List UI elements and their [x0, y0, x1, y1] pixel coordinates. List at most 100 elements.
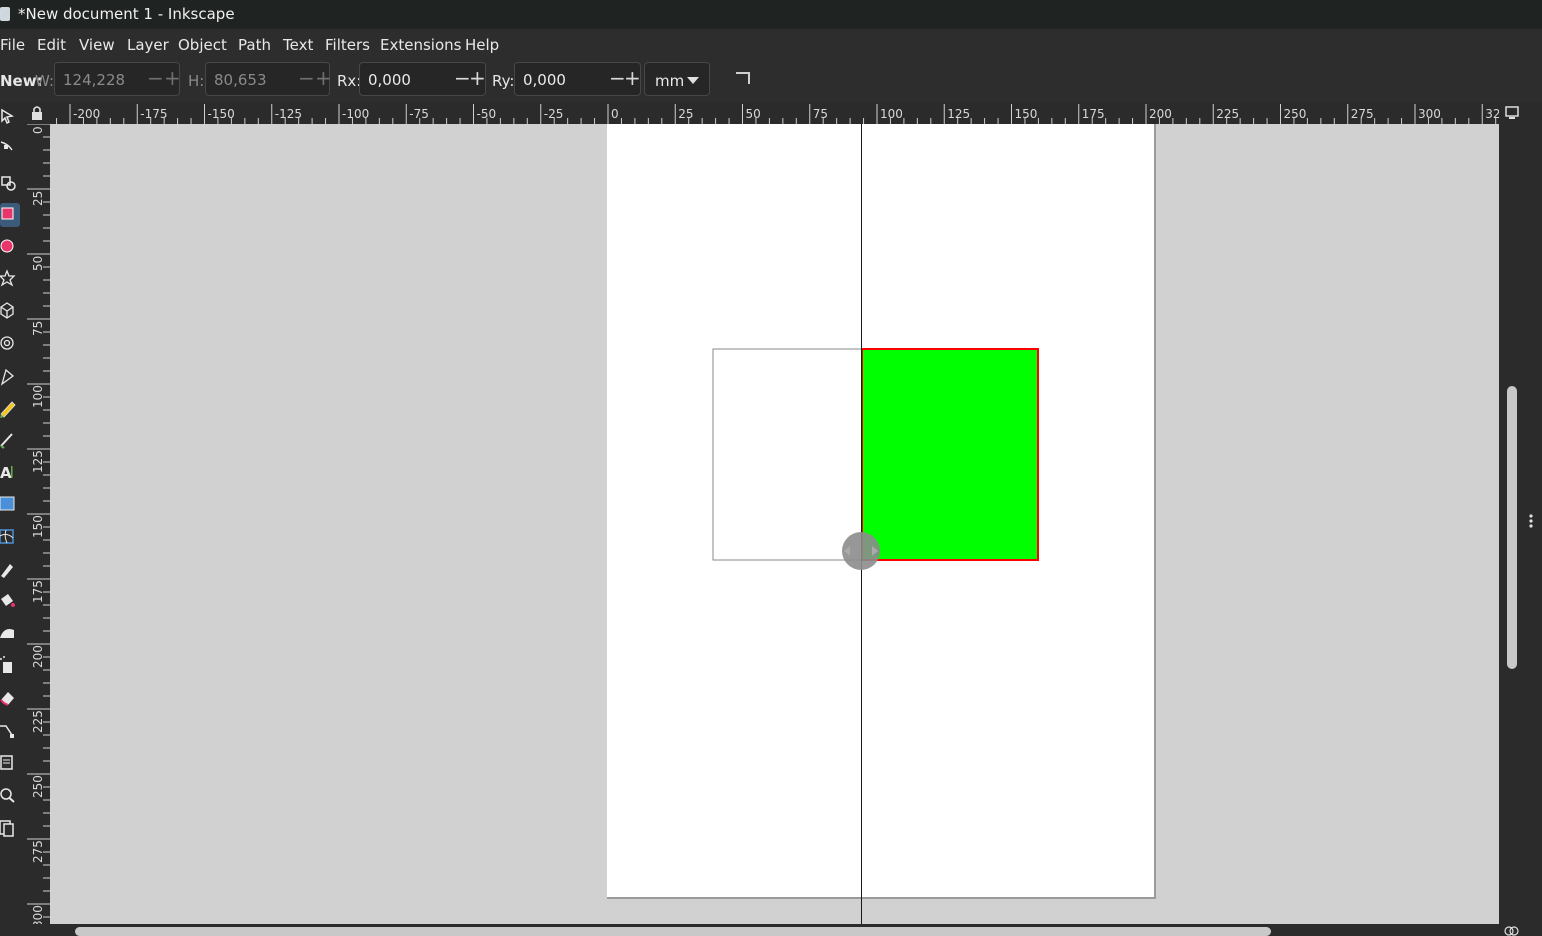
width-decrement-button[interactable]: − [147, 68, 164, 88]
node-tool-icon[interactable] [0, 141, 13, 151]
star-tool-icon[interactable] [0, 269, 16, 287]
vertical-ruler[interactable]: 0 25 50 75 100 125 150 175 200 225 250 275 300 [25, 124, 50, 924]
height-label: H: [188, 72, 205, 90]
ellipse-tool-icon[interactable] [0, 239, 14, 253]
tweak-tool-icon[interactable] [0, 629, 14, 638]
menu-text[interactable]: Text [283, 36, 313, 54]
rx-spinbox[interactable]: 0,000 − + [359, 62, 486, 96]
paint-bucket-tool-icon[interactable] [1, 594, 15, 607]
ruler-label: -175 [140, 107, 167, 121]
unit-value[interactable]: mm [655, 72, 684, 90]
inkscape-logo-icon [0, 7, 10, 21]
lock-guides-icon[interactable] [32, 106, 42, 120]
mesh-tool-icon[interactable] [0, 529, 14, 544]
width-increment-button[interactable]: + [164, 68, 181, 88]
rx-label: Rx: [337, 72, 362, 90]
ruler-label: 150 [31, 515, 45, 538]
eraser-tool-icon[interactable] [0, 692, 14, 706]
ry-value[interactable]: 0,000 [523, 71, 566, 89]
ry-increment-button[interactable]: + [624, 68, 641, 88]
gradient-tool-icon[interactable] [0, 496, 15, 511]
ruler-label: 250 [1284, 107, 1307, 121]
ruler-label: 175 [31, 580, 45, 603]
selector-tool-icon[interactable] [1, 108, 15, 125]
spiral-tool-icon[interactable] [0, 336, 14, 350]
pages-tool-icon[interactable] [0, 755, 13, 770]
ruler-corner [25, 102, 50, 124]
menu-filters[interactable]: Filters [325, 36, 370, 54]
ruler-label: 225 [31, 710, 45, 733]
3d-box-tool-icon[interactable] [0, 302, 14, 319]
spray-tool-icon[interactable] [0, 656, 12, 673]
menu-bar: File Edit View Layer Object Path Text Fi… [0, 29, 1542, 60]
window-title: *New document 1 - Inkscape [18, 5, 235, 23]
height-spinbox[interactable]: 80,653 − + [205, 62, 332, 96]
width-value[interactable]: 124,228 [63, 71, 125, 89]
ruler-label: 125 [947, 107, 970, 121]
pen-tool-icon[interactable] [0, 368, 15, 386]
height-value[interactable]: 80,653 [214, 71, 267, 89]
toolbox: A [0, 102, 25, 936]
ruler-label: -150 [208, 107, 235, 121]
green-rectangle[interactable] [861, 348, 1039, 561]
make-corners-sharp-icon[interactable] [736, 72, 750, 84]
menu-edit[interactable]: Edit [37, 36, 66, 54]
ruler-label: -100 [342, 107, 369, 121]
menu-help[interactable]: Help [465, 36, 499, 54]
unit-dropdown[interactable]: mm [644, 62, 710, 96]
vertical-scrollbar[interactable] [1507, 386, 1517, 669]
measure-tool-icon[interactable] [0, 820, 14, 837]
height-increment-button[interactable]: + [315, 68, 332, 88]
color-management-icon[interactable] [1504, 926, 1519, 936]
ruler-label: 75 [813, 107, 828, 121]
title-bar: *New document 1 - Inkscape [0, 0, 1542, 29]
menu-layer[interactable]: Layer [127, 36, 169, 54]
right-panel-area [1499, 102, 1542, 936]
menu-path[interactable]: Path [238, 36, 271, 54]
ruler-label: 100 [880, 107, 903, 121]
ruler-label: 25 [678, 107, 693, 121]
menu-object[interactable]: Object [178, 36, 227, 54]
calligraphy-tool-icon[interactable] [0, 433, 13, 449]
horizontal-scrollbar[interactable] [75, 927, 1271, 936]
ruler-label: 25 [31, 191, 45, 206]
horizontal-scrollbar-track [50, 924, 1499, 936]
connector-tool-icon[interactable] [0, 725, 14, 738]
text-tool-icon[interactable]: A [0, 464, 13, 482]
ruler-label: -50 [477, 107, 497, 121]
ruler-label: 100 [31, 385, 45, 408]
ruler-label: 200 [1149, 107, 1172, 121]
ruler-label: 275 [31, 840, 45, 863]
dropper-tool-icon[interactable] [1, 564, 13, 578]
canvas[interactable] [50, 124, 1499, 924]
rx-increment-button[interactable]: + [469, 68, 486, 88]
shape-builder-icon[interactable] [1, 176, 16, 191]
rectangle-tool-icon[interactable] [0, 203, 20, 227]
chevron-down-icon[interactable] [687, 77, 699, 84]
ry-spinbox[interactable]: 0,000 − + [514, 62, 641, 96]
ruler-label: 325 [1485, 107, 1499, 121]
menu-extensions[interactable]: Extensions [380, 36, 461, 54]
display-mode-icon[interactable] [1505, 106, 1519, 119]
ruler-label: 125 [31, 450, 45, 473]
ruler-label: 275 [1351, 107, 1374, 121]
ruler-label: 150 [1015, 107, 1038, 121]
menu-view[interactable]: View [79, 36, 115, 54]
more-options-icon[interactable] [1529, 514, 1533, 528]
width-spinbox[interactable]: 124,228 − + [54, 62, 181, 96]
resize-handle-icon[interactable] [842, 532, 880, 570]
svg-text:A: A [0, 464, 12, 482]
ruler-label: 50 [746, 107, 761, 121]
height-decrement-button[interactable]: − [298, 68, 315, 88]
ruler-label: 300 [31, 905, 45, 924]
ruler-label: -75 [409, 107, 429, 121]
width-label: W: [35, 72, 55, 90]
horizontal-ruler[interactable]: -200 -175 -150 -125 -100 -75 -50 -25 0 25 50 75 100 1… [50, 102, 1499, 124]
tool-controls-bar: New: W: 124,228 − + H: 80,653 − + Rx: 0,… [0, 60, 1542, 102]
ruler-label: -25 [544, 107, 564, 121]
rx-value[interactable]: 0,000 [368, 71, 411, 89]
menu-file[interactable]: File [0, 36, 25, 54]
zoom-tool-icon[interactable] [0, 788, 15, 803]
ruler-label: 0 [31, 126, 45, 134]
pencil-tool-icon[interactable] [0, 401, 16, 418]
